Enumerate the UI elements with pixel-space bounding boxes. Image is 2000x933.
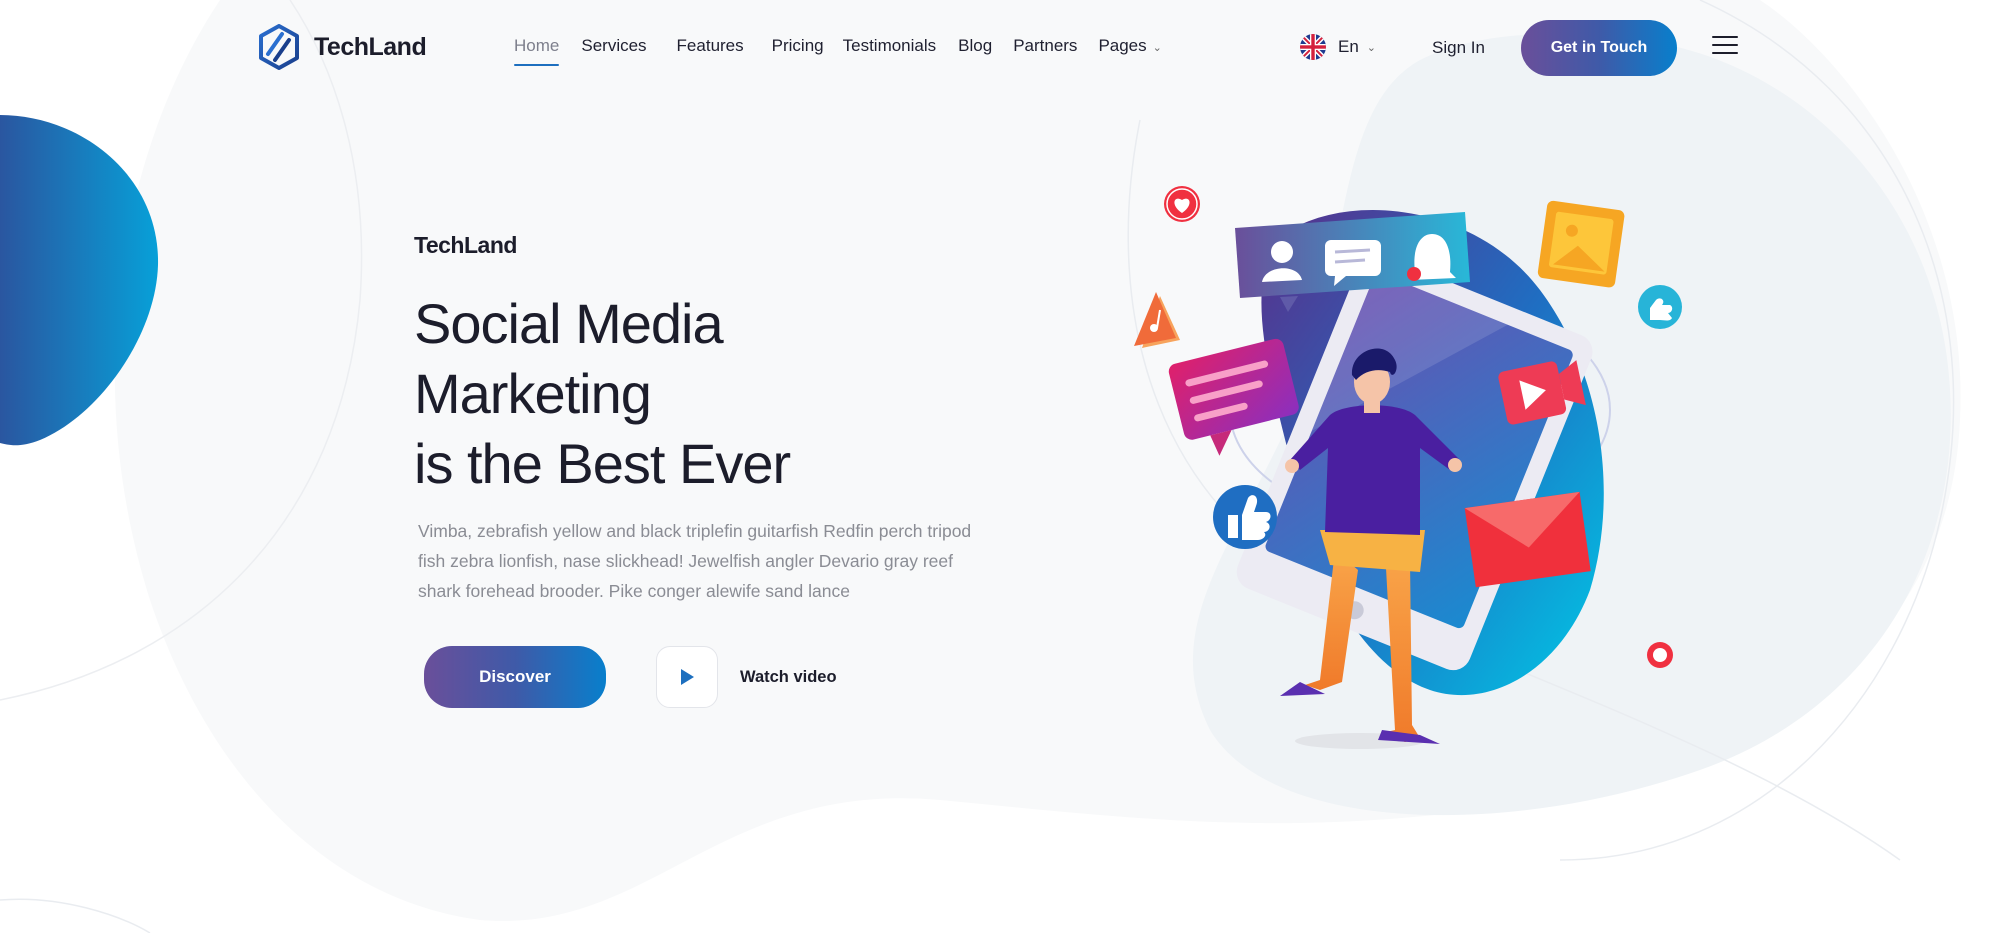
music-note-icon bbox=[1134, 292, 1180, 348]
thumbs-up-icon bbox=[1638, 285, 1682, 329]
heart-icon bbox=[1164, 186, 1200, 222]
language-label: En bbox=[1338, 37, 1359, 56]
hero-title: Social Media Marketing is the Best Ever bbox=[414, 289, 974, 499]
logo[interactable]: TechLand bbox=[258, 24, 427, 70]
hamburger-menu-icon[interactable] bbox=[1712, 36, 1738, 56]
nav-item-pricing[interactable]: Pricing bbox=[772, 36, 824, 56]
play-icon bbox=[681, 669, 694, 685]
hero-title-line: Social Media bbox=[414, 292, 724, 355]
envelope-icon bbox=[1464, 491, 1591, 588]
nav-item-blog[interactable]: Blog bbox=[958, 36, 992, 56]
main-nav: Home Services Features Pricing Testimoni… bbox=[514, 36, 1184, 66]
nav-item-pages[interactable]: Pages ⌄ bbox=[1098, 36, 1161, 56]
logo-icon bbox=[259, 24, 299, 70]
hero-illustration bbox=[1134, 186, 1682, 749]
hero-title-line: is the Best Ever bbox=[414, 432, 791, 495]
language-selector[interactable]: En ⌄ bbox=[1300, 34, 1376, 60]
nav-item-testimonials[interactable]: Testimonials bbox=[843, 36, 937, 56]
hero-brand: TechLand bbox=[414, 232, 517, 258]
image-icon bbox=[1537, 200, 1625, 288]
nav-item-home[interactable]: Home bbox=[514, 36, 560, 66]
thumbs-up-icon bbox=[1213, 485, 1277, 549]
nav-item-partners[interactable]: Partners bbox=[1013, 36, 1077, 56]
hero-title-line: Marketing bbox=[414, 362, 652, 425]
nav-item-services[interactable]: Services bbox=[581, 36, 646, 56]
heart-icon bbox=[1647, 642, 1673, 668]
decorative-blob bbox=[0, 115, 159, 446]
hero-actions: Discover Watch video bbox=[424, 646, 837, 708]
hero-section: TechLand Social Media Marketing is the B… bbox=[414, 232, 974, 708]
hero-description: Vimba, zebrafish yellow and black triple… bbox=[418, 521, 972, 601]
sign-in-link[interactable]: Sign In bbox=[1432, 38, 1485, 58]
discover-button[interactable]: Discover bbox=[424, 646, 606, 708]
uk-flag-icon bbox=[1300, 34, 1326, 60]
play-video-button[interactable] bbox=[656, 646, 718, 708]
top-navigation-bar: TechLand Home Services Features Pricing … bbox=[0, 0, 2000, 96]
watch-video-link[interactable]: Watch video bbox=[740, 668, 837, 687]
logo-text: TechLand bbox=[314, 32, 427, 61]
chevron-down-icon: ⌄ bbox=[1366, 41, 1377, 54]
get-in-touch-button[interactable]: Get in Touch bbox=[1521, 20, 1677, 76]
chevron-down-icon: ⌄ bbox=[1152, 42, 1162, 54]
nav-item-pages-label: Pages bbox=[1098, 36, 1147, 55]
nav-item-features[interactable]: Features bbox=[677, 36, 744, 56]
message-bubble-icon bbox=[1168, 338, 1299, 456]
